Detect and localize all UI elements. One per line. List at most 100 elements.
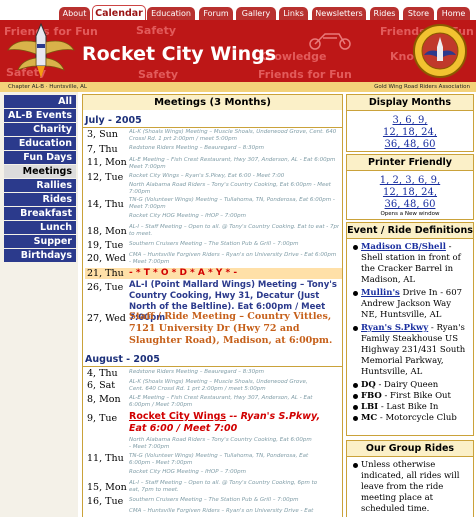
nav-rallies[interactable]: Rallies: [4, 179, 76, 192]
chapter-seal-logo: [413, 24, 467, 78]
day-label: 11, Thu: [87, 453, 124, 464]
chapter-name-link[interactable]: Rocket City Wings: [129, 411, 226, 422]
nav-meetings[interactable]: Meetings: [4, 165, 76, 178]
event-link[interactable]: North Alabama Road Riders – Tony's Count…: [129, 437, 339, 444]
day-label: 18, Mon: [87, 226, 127, 237]
day-label: 6, Sat: [87, 380, 116, 391]
event-link[interactable]: Rocket City HOG Meeting – IHOP – 7:00pm: [129, 213, 339, 220]
event-link[interactable]: eat, 7pm to meet.: [129, 487, 339, 494]
event-link[interactable]: AL-E Meeting – Fish Crest Restaurant, Hw…: [129, 157, 339, 164]
bullet-icon: [353, 291, 358, 296]
day-label: 15, Mon: [87, 482, 127, 493]
chapter-info-bar: Chapter AL-B · Huntsville, AL Gold Wing …: [0, 82, 476, 92]
day-label: 4, Thu: [87, 368, 118, 379]
day-label: 11, Mon: [87, 157, 127, 168]
event-link[interactable]: Crossl Rd. 1 prt 2:00pm / meet 5:00pm: [129, 136, 339, 143]
today-marker: - * T * O * D * A * Y * -: [129, 268, 238, 278]
event-link[interactable]: - Meet 7:00pm: [129, 444, 339, 451]
event-link[interactable]: Meet 7:00pm: [129, 164, 339, 171]
new-window-note: Opens a New window: [380, 211, 440, 217]
event-link[interactable]: North Alabama Road Riders – Tony's Count…: [129, 182, 339, 189]
banner-bg-text: Safety: [136, 24, 177, 37]
ryans-link[interactable]: Ryan's S.Pkwy: [361, 323, 428, 333]
tab-store[interactable]: Store: [403, 7, 434, 20]
nav-all[interactable]: All: [4, 95, 76, 108]
event-link[interactable]: AL-K (Shoals Wings) Meeting – Muscle Sho…: [129, 379, 339, 386]
display-months-box: Display Months 3, 6, 9, 12, 18, 24, 36, …: [346, 94, 474, 152]
bullet-icon: [353, 394, 358, 399]
event-link[interactable]: Southern Cruisers Meeting – The Station …: [129, 497, 339, 504]
staff-ride-meeting[interactable]: Staff / Ride Meeting – Country Vittles, …: [129, 311, 339, 347]
day-label: 20, Wed: [87, 253, 126, 264]
abbr: DQ: [361, 380, 376, 390]
print-link-row[interactable]: 36, 48, 60: [385, 199, 436, 210]
print-link-row[interactable]: 12, 18, 24,: [383, 187, 437, 198]
definition-item: FBO - First Bike Out: [353, 391, 467, 402]
event-link[interactable]: Southern Cruisers Meeting – The Station …: [129, 241, 339, 248]
calendar-header: Meetings (3 Months): [83, 95, 342, 110]
event-link[interactable]: TN-G (Volunteer Wings) Meeting – Tullaho…: [129, 197, 339, 204]
nav-breakfast[interactable]: Breakfast: [4, 207, 76, 220]
event-link[interactable]: Rocket City Wings – Ryan's S.Pkwy, Eat 6…: [129, 173, 339, 180]
day-label: 9, Tue: [87, 413, 118, 424]
bullet-icon: [353, 326, 358, 331]
tab-rides[interactable]: Rides: [370, 7, 399, 20]
event-link[interactable]: 6:00pm / Meet 7:00pm: [129, 402, 339, 409]
nav-birthdays[interactable]: Birthdays: [4, 249, 76, 262]
months-link-row[interactable]: 12, 18, 24,: [383, 127, 437, 138]
definition-text: - First Bike Out: [381, 391, 451, 401]
tab-calendar[interactable]: Calendar: [92, 5, 146, 21]
event-link[interactable]: 7:00pm: [129, 189, 339, 196]
day-label: 12, Tue: [87, 172, 124, 183]
definition-text: - Dairy Queen: [375, 380, 439, 390]
tab-links[interactable]: Links: [279, 7, 308, 20]
event-link[interactable]: - Meet 7:00pm: [129, 259, 339, 266]
right-sidebar: Display Months 3, 6, 9, 12, 18, 24, 36, …: [346, 94, 474, 517]
event-link[interactable]: AL-I – Staff Meeting – Open to all. @ To…: [129, 224, 339, 231]
definition-item: Ryan's S.Pkwy - Ryan's Family Steakhouse…: [353, 323, 467, 378]
day-label: 7, Thu: [87, 144, 118, 155]
event-link[interactable]: Meet 7:00pm: [129, 204, 339, 211]
nav-education[interactable]: Education: [4, 137, 76, 150]
event-link[interactable]: TN-G (Volunteer Wings) Meeting – Tullaho…: [129, 453, 339, 460]
definition-item: LBI - Last Bike In: [353, 402, 467, 413]
event-link[interactable]: AL-K (Shoals Wings) Meeting – Muscle Sho…: [129, 129, 339, 136]
nav-supper[interactable]: Supper: [4, 235, 76, 248]
months-link-row[interactable]: 3, 6, 9,: [393, 115, 428, 126]
day-label: 3, Sun: [87, 129, 118, 140]
nav-lunch[interactable]: Lunch: [4, 221, 76, 234]
tab-education[interactable]: Education: [147, 7, 195, 20]
event-link[interactable]: 6:00pm - Meet 7:00pm: [129, 460, 339, 467]
tab-about[interactable]: About: [59, 7, 90, 20]
nav-alb-events[interactable]: AL-B Events: [4, 109, 76, 122]
banner-bg-text: Safety: [138, 68, 179, 81]
event-link[interactable]: Redstone Riders Meeting – Beauregard – 8…: [129, 369, 339, 376]
event-link[interactable]: CMA – Huntsville Forgiven Riders – Ryan'…: [129, 252, 339, 259]
event-link[interactable]: CMA – Huntsville Forgiven Riders – Ryan'…: [129, 508, 339, 515]
tab-gallery[interactable]: Gallery: [236, 7, 276, 20]
definition-item: Mullin's Drive In - 607 Andrew Jackson W…: [353, 288, 467, 321]
mullins-link[interactable]: Mullin's: [361, 288, 400, 298]
tab-newsletters[interactable]: Newsletters: [312, 7, 366, 20]
print-link-row[interactable]: 1, 2, 3, 6, 9,: [380, 175, 440, 186]
tab-home[interactable]: Home: [437, 7, 470, 20]
day-label: 27, Wed: [87, 313, 126, 324]
event-link[interactable]: AL-E Meeting – Fish Crest Restaurant, Hw…: [129, 395, 339, 402]
event-link[interactable]: to meet.: [129, 231, 339, 238]
event-link[interactable]: Redstone Riders Meeting – Beauregard – 8…: [129, 145, 339, 152]
madison-link[interactable]: Madison CB/Shell: [361, 242, 446, 252]
months-link-row[interactable]: 36, 48, 60: [385, 139, 436, 150]
nav-fun-days[interactable]: Fun Days: [4, 151, 76, 164]
nav-charity[interactable]: Charity: [4, 123, 76, 136]
abbr: FBO: [361, 391, 382, 401]
event-link[interactable]: Cent. 640 Crossl Rd. 1 prt 2:00pm / meet…: [129, 386, 339, 393]
definition-text: - Last Bike In: [378, 402, 439, 412]
nav-rides[interactable]: Rides: [4, 193, 76, 206]
rocket-city-wings-meeting[interactable]: Rocket City Wings -- Ryan's S.Pkwy, Eat …: [129, 411, 339, 435]
tab-forum[interactable]: Forum: [199, 7, 233, 20]
association-label: Gold Wing Road Riders Association: [374, 84, 470, 90]
motorcycle-icon: [309, 33, 351, 50]
event-link[interactable]: Rocket City HOG Meeting – IHOP – 7:00pm: [129, 469, 339, 476]
day-label: 8, Mon: [87, 394, 121, 405]
event-link[interactable]: AL-I – Staff Meeting – Open to all. @ To…: [129, 480, 339, 487]
